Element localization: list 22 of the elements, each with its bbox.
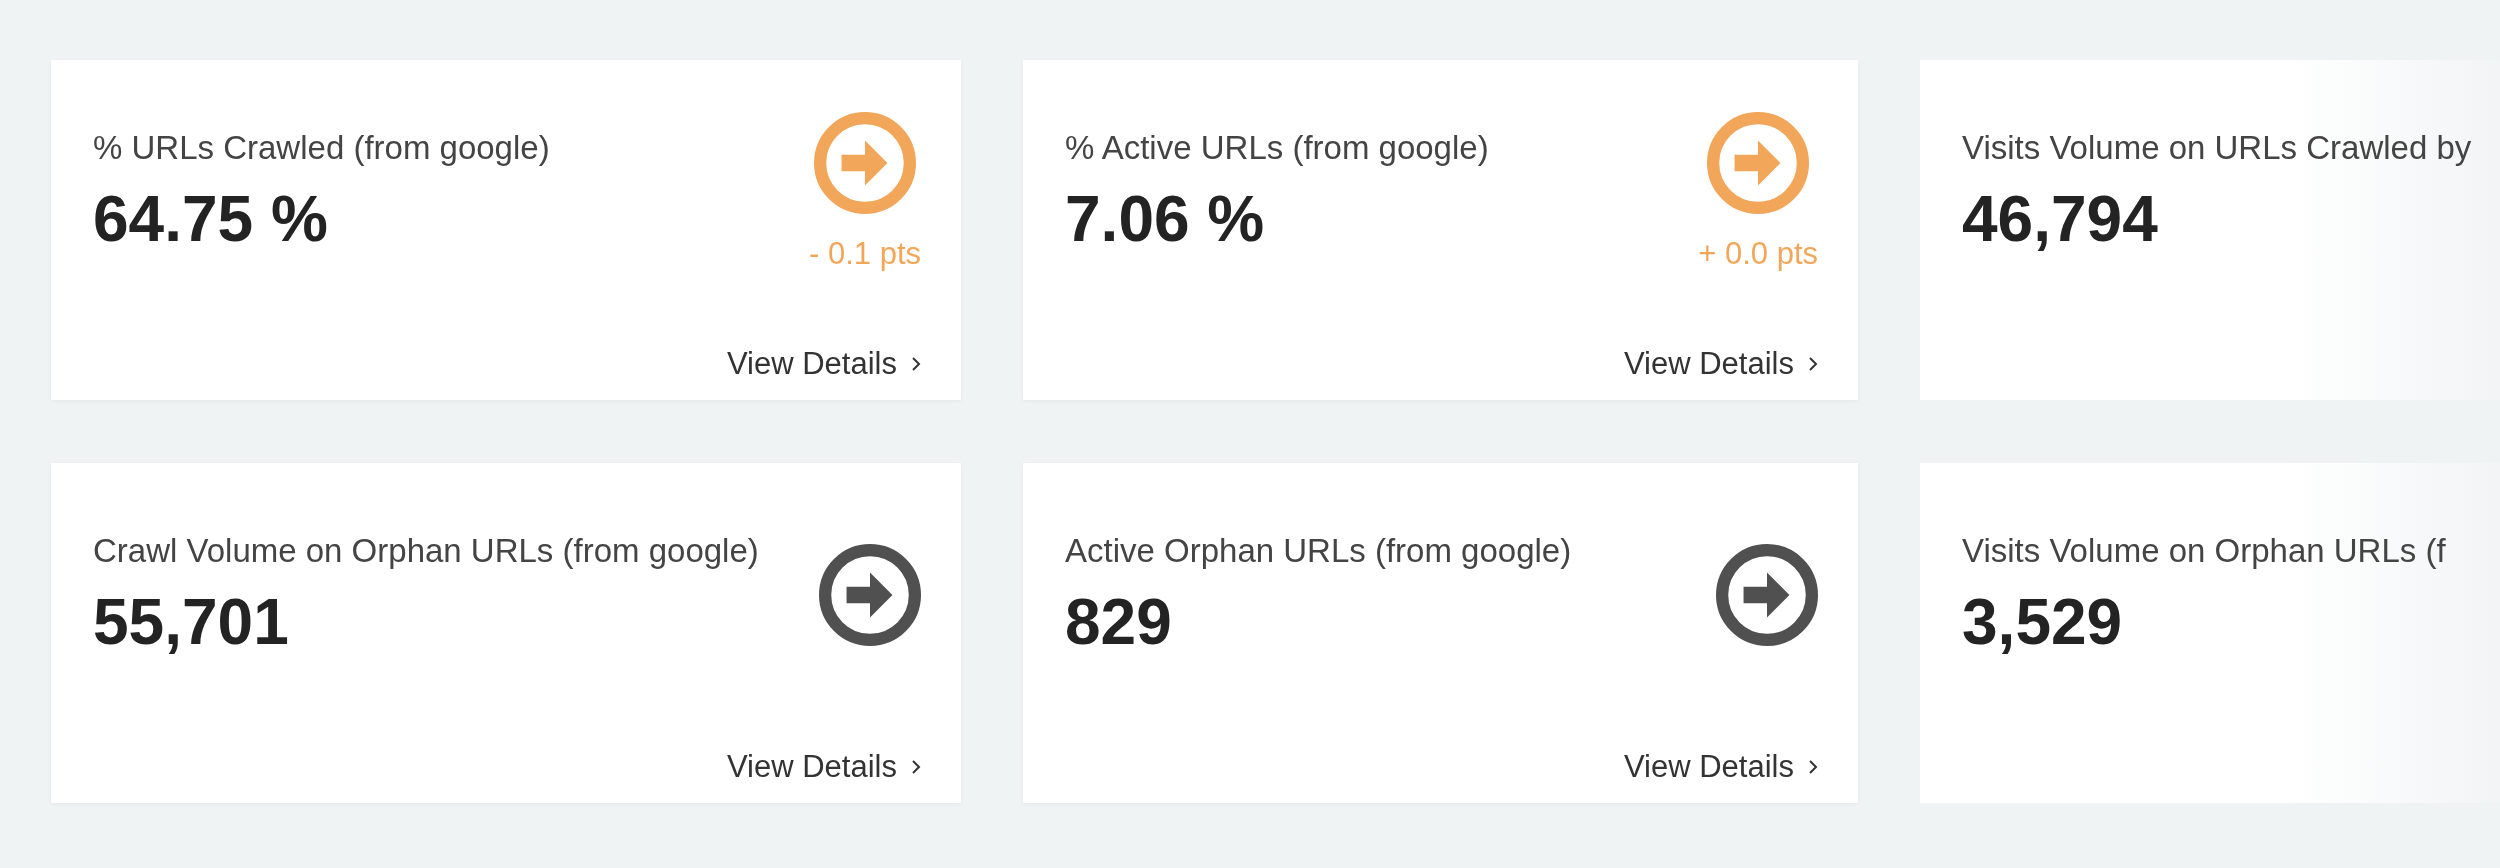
metric-title: % Active URLs (from google): [1065, 129, 1489, 167]
view-details-link[interactable]: View Details: [727, 747, 921, 787]
metric-value: 7.06 %: [1065, 183, 1266, 255]
metric-title: Visits Volume on Orphan URLs (f: [1962, 532, 2446, 570]
metric-title: Crawl Volume on Orphan URLs (from google): [93, 532, 759, 570]
metric-title: % URLs Crawled (from google): [93, 129, 550, 167]
chevron-right-icon: [1808, 759, 1818, 775]
view-details-link[interactable]: View Details: [727, 344, 921, 384]
change-text: - 0.1 pts: [809, 236, 921, 272]
metric-value: 3,529: [1962, 586, 2124, 658]
metric-value: 64.75 %: [93, 183, 329, 255]
change-text: + 0.0 pts: [1698, 236, 1818, 272]
metric-title: Visits Volume on URLs Crawled by: [1962, 129, 2472, 167]
chevron-right-icon: [911, 759, 921, 775]
view-details-link[interactable]: View Details: [1624, 344, 1818, 384]
metric-value: 829: [1065, 586, 1173, 658]
metric-value: 55,701: [93, 586, 290, 658]
metric-title: Active Orphan URLs (from google): [1065, 532, 1572, 570]
chevron-right-icon: [1808, 356, 1818, 372]
chevron-right-icon: [911, 356, 921, 372]
view-details-link[interactable]: View Details: [1624, 747, 1818, 787]
metric-value: 46,794: [1962, 183, 2159, 255]
